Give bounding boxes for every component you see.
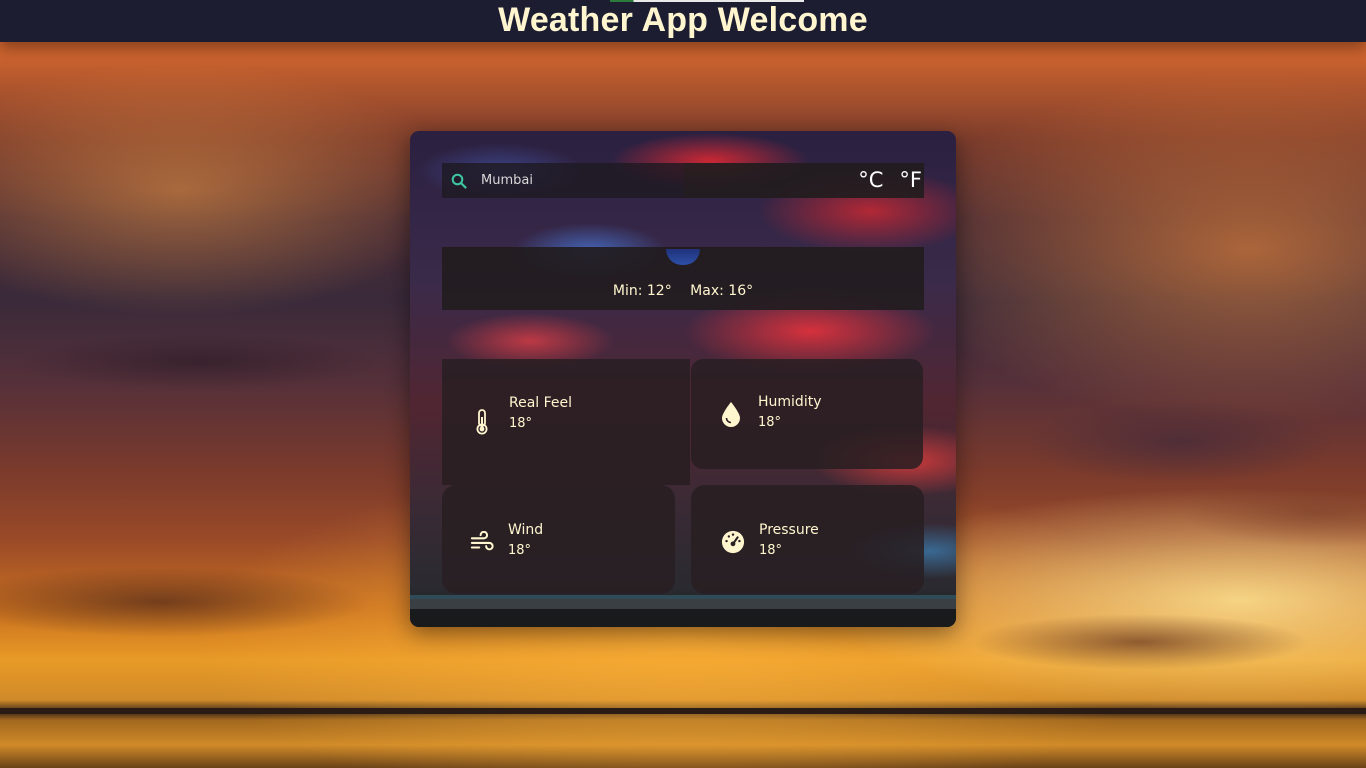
- fahrenheit-button[interactable]: °F: [883, 163, 922, 198]
- humidity-value: 18°: [758, 414, 782, 430]
- min-max-temperature: Min: 12° Max: 16°: [442, 283, 924, 299]
- card-background-horizon: [410, 595, 956, 627]
- top-accent-line: [610, 0, 804, 2]
- humidity-tile: Humidity 18°: [691, 359, 923, 469]
- wind-icon: [470, 528, 494, 556]
- weather-condition-icon: [666, 249, 700, 265]
- real-feel-value: 18°: [509, 416, 533, 431]
- background-shoreline: [0, 708, 1366, 714]
- pressure-label: Pressure: [759, 521, 819, 538]
- thermometer-icon: [470, 408, 494, 436]
- search-input[interactable]: [481, 163, 684, 198]
- humidity-label: Humidity: [758, 393, 822, 410]
- search-bar[interactable]: [442, 163, 684, 198]
- page-title: Weather App Welcome: [498, 1, 868, 39]
- min-temperature: Min: 12°: [612, 283, 672, 299]
- wind-label: Wind: [508, 521, 544, 538]
- top-bar: Weather App Welcome: [0, 0, 1366, 42]
- real-feel-tile: Real Feel 18°: [442, 359, 690, 485]
- max-temperature: Max: 16°: [690, 283, 754, 299]
- real-feel-label: Real Feel: [509, 395, 573, 411]
- water-drop-icon: [719, 400, 743, 428]
- unit-toggle: °C °F: [684, 163, 924, 198]
- search-icon[interactable]: [451, 173, 467, 189]
- wind-tile: Wind 18°: [442, 485, 675, 594]
- pressure-value: 18°: [759, 542, 783, 558]
- temperature-panel: Min: 12° Max: 16°: [442, 247, 924, 310]
- wind-value: 18°: [508, 542, 532, 558]
- celsius-button[interactable]: °C: [842, 163, 883, 198]
- gauge-icon: [721, 528, 745, 556]
- pressure-tile: Pressure 18°: [691, 485, 924, 594]
- weather-card: °C °F Min: 12° Max: 16° Real Feel 18°: [410, 131, 956, 627]
